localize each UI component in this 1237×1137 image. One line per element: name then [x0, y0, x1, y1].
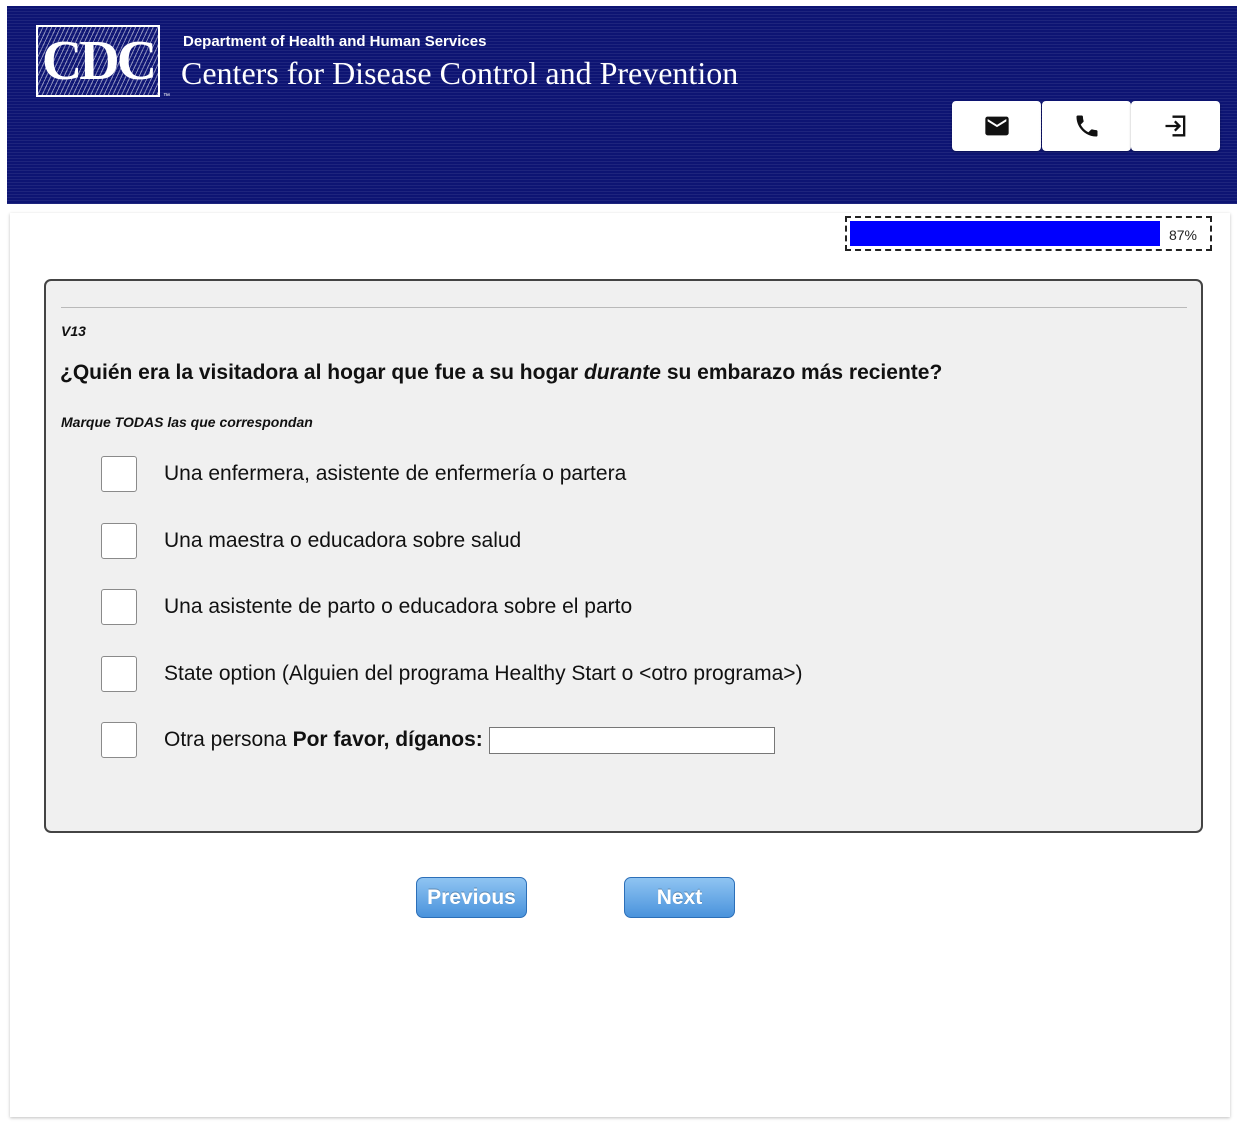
next-button[interactable]: Next [624, 877, 735, 918]
email-button[interactable] [952, 101, 1041, 151]
agency-name: Centers for Disease Control and Preventi… [181, 55, 739, 91]
question-text-after: su embarazo más reciente? [660, 361, 943, 384]
checkbox[interactable] [101, 722, 137, 758]
option-birth-assistant[interactable]: Una asistente de parto o educadora sobre… [101, 588, 632, 626]
department-name: Department of Health and Human Services [183, 33, 487, 50]
option-label: Una maestra o educadora sobre salud [164, 529, 522, 552]
question-text-emphasis: durante [583, 361, 661, 384]
option-label: Una enfermera, asistente de enfermería o… [164, 462, 627, 485]
option-other-person[interactable]: Otra persona Por favor, díganos: [101, 721, 775, 759]
checkbox[interactable] [101, 523, 137, 559]
option-label: State option (Alguien del programa Healt… [164, 662, 803, 685]
mail-icon [984, 116, 1009, 136]
question-text: ¿Quién era la visitadora al hogar que fu… [60, 361, 942, 385]
exit-button[interactable] [1131, 101, 1220, 151]
option-label: Una asistente de parto o educadora sobre… [164, 595, 633, 618]
option-nurse[interactable]: Una enfermera, asistente de enfermería o… [101, 455, 626, 493]
progress-label: 87% [1168, 227, 1197, 243]
progress-bar: 87% [845, 216, 1212, 251]
cdc-logo: CDC [36, 25, 160, 97]
previous-button[interactable]: Previous [416, 877, 527, 918]
site-header: CDC ™ Department of Health and Human Ser… [7, 6, 1237, 204]
question-code: V13 [61, 323, 86, 339]
phone-icon [1076, 115, 1097, 137]
progress-fill [850, 221, 1160, 246]
checkbox[interactable] [101, 589, 137, 625]
cdc-logo-text: CDC [41, 30, 157, 92]
option-health-educator[interactable]: Una maestra o educadora sobre salud [101, 522, 521, 560]
exit-icon [1165, 115, 1185, 137]
divider [61, 307, 1187, 308]
phone-button[interactable] [1042, 101, 1131, 151]
option-state-program[interactable]: State option (Alguien del programa Healt… [101, 655, 803, 693]
question-text-before: ¿Quién era la visitadora al hogar que fu… [60, 361, 584, 384]
option-label: Otra persona [164, 728, 287, 751]
other-prompt: Por favor, díganos: [292, 728, 483, 751]
checkbox[interactable] [101, 656, 137, 692]
checkbox[interactable] [101, 456, 137, 492]
question-panel: V13 ¿Quién era la visitadora al hogar qu… [44, 279, 1203, 833]
other-text-input[interactable] [488, 726, 775, 754]
logo-trademark: ™ [163, 93, 170, 100]
question-instruction: Marque TODAS las que correspondan [61, 414, 313, 430]
